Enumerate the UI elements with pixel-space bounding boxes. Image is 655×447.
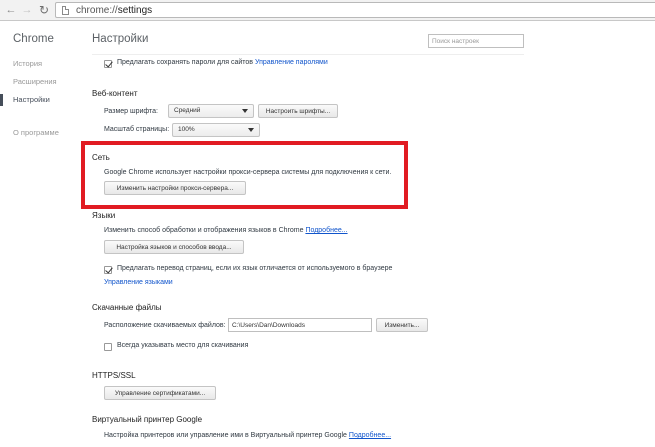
languages-description-row: Изменить способ обработки и отображения … [104, 227, 348, 234]
web-content-title: Веб-контент [92, 89, 138, 98]
page-title: Настройки [92, 33, 149, 45]
translate-pages-checkbox[interactable] [104, 266, 112, 274]
header-divider [92, 54, 524, 55]
languages-more-link[interactable]: Подробнее... [305, 227, 347, 234]
manage-certificates-button[interactable]: Управление сертификатами... [104, 386, 216, 400]
sidebar-brand: Chrome [13, 33, 54, 45]
download-location-input[interactable] [228, 318, 372, 332]
ask-download-location-checkbox[interactable] [104, 343, 112, 351]
reload-icon[interactable]: ↻ [37, 3, 51, 17]
forward-arrow-icon[interactable]: → [20, 3, 34, 17]
download-location-label: Расположение скачиваемых файлов: [104, 322, 226, 329]
back-arrow-icon[interactable]: ← [4, 3, 18, 17]
languages-description: Изменить способ обработки и отображения … [104, 227, 304, 234]
page-icon [62, 6, 69, 15]
zoom-select[interactable]: 100% [172, 123, 260, 137]
offer-save-passwords-row: Предлагать сохранять пароли для сайтов У… [117, 59, 328, 66]
sidebar-item-settings[interactable]: Настройки [13, 95, 50, 104]
sidebar-item-extensions[interactable]: Расширения [13, 77, 57, 86]
browser-toolbar: ← → ↻ chrome://settings [0, 0, 655, 21]
change-download-location-button[interactable]: Изменить... [376, 318, 428, 332]
https-title: HTTPS/SSL [92, 371, 136, 380]
zoom-label: Масштаб страницы: [104, 126, 170, 133]
font-size-label: Размер шрифта: [104, 108, 158, 115]
chevron-down-icon [248, 128, 254, 132]
cloud-print-description-row: Настройка принтеров или управление ими в… [104, 432, 391, 439]
ask-download-location-label: Всегда указывать место для скачивания [117, 342, 249, 349]
sidebar-item-about[interactable]: О программе [13, 128, 59, 137]
cloud-print-description: Настройка принтеров или управление ими в… [104, 432, 347, 439]
font-size-value: Средний [174, 107, 201, 114]
network-highlight-box [81, 141, 408, 209]
sidebar: Chrome История Расширения Настройки О пр… [0, 22, 80, 447]
downloads-title: Скачанные файлы [92, 303, 162, 312]
settings-main: Настройки Предлагать сохранять пароли дл… [92, 22, 655, 447]
search-settings-input[interactable] [428, 34, 524, 48]
cloud-print-title: Виртуальный принтер Google [92, 415, 203, 424]
address-url: chrome://settings [76, 5, 153, 16]
cloud-print-more-link[interactable]: Подробнее... [349, 432, 391, 439]
manage-passwords-link[interactable]: Управление паролями [255, 59, 328, 66]
customize-fonts-button[interactable]: Настроить шрифты... [258, 104, 338, 118]
manage-languages-link[interactable]: Управление языками [104, 279, 173, 286]
address-bar[interactable]: chrome://settings [55, 2, 655, 18]
font-size-select[interactable]: Средний [168, 104, 254, 118]
active-item-marker [0, 94, 3, 106]
zoom-value: 100% [178, 126, 195, 133]
languages-title: Языки [92, 211, 116, 220]
offer-save-passwords-label: Предлагать сохранять пароли для сайтов [117, 59, 253, 66]
sidebar-item-history[interactable]: История [13, 59, 42, 68]
translate-pages-label: Предлагать перевод страниц, если их язык… [117, 265, 393, 272]
chevron-down-icon [242, 109, 248, 113]
offer-save-passwords-checkbox[interactable] [104, 60, 112, 68]
language-settings-button[interactable]: Настройка языков и способов ввода... [104, 240, 244, 254]
